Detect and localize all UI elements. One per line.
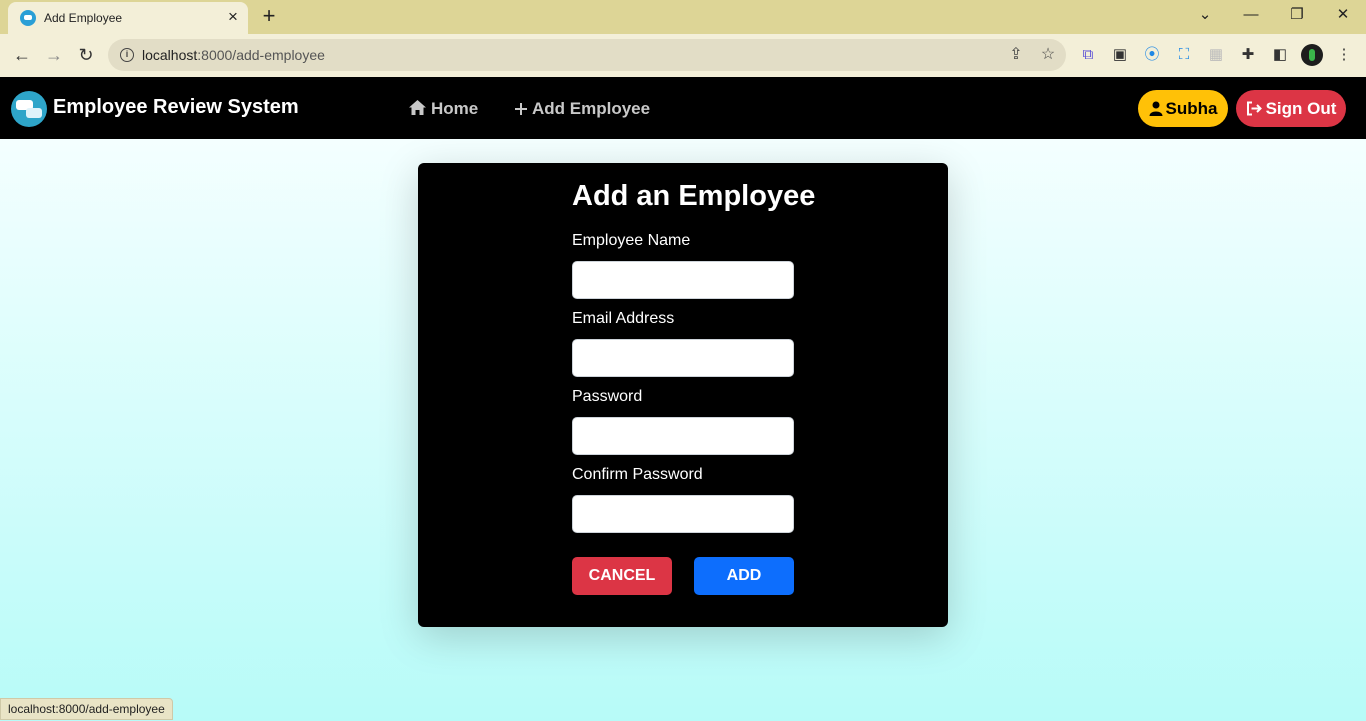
restore-icon[interactable]: ❐ <box>1284 4 1310 26</box>
new-tab-icon[interactable]: + <box>258 5 280 27</box>
extensions-puzzle-icon[interactable]: ✚ <box>1238 45 1258 65</box>
share-icon[interactable]: ⇪ <box>1006 45 1026 65</box>
minimize-icon[interactable]: — <box>1238 4 1264 26</box>
extension-grid-icon[interactable]: ▦ <box>1206 45 1226 65</box>
employee-name-label: Employee Name <box>572 232 691 249</box>
page-content: Add an Employee Employee Name Email Addr… <box>0 139 1366 721</box>
cancel-button[interactable]: CANCEL <box>572 557 672 595</box>
nav-link-home-label: Home <box>431 99 479 118</box>
reload-icon[interactable]: ↻ <box>73 42 99 68</box>
chat-favicon-icon <box>20 10 36 26</box>
email-address-label: Email Address <box>572 310 675 327</box>
url-host: localhost <box>142 47 198 63</box>
back-icon[interactable]: ← <box>9 42 35 68</box>
bookmark-star-icon[interactable]: ☆ <box>1038 45 1058 65</box>
close-window-icon[interactable]: ✕ <box>1330 4 1356 26</box>
sign-out-icon <box>1246 101 1262 116</box>
nav-link-add-employee-label: Add Employee <box>532 99 651 118</box>
nav-link-add-employee[interactable]: Add Employee <box>514 99 650 119</box>
password-label: Password <box>572 388 643 405</box>
nav-link-home[interactable]: Home <box>408 99 478 119</box>
picture-in-picture-icon[interactable]: ▣ <box>1110 45 1130 65</box>
sign-out-button[interactable]: Sign Out <box>1236 90 1346 127</box>
address-bar[interactable]: i localhost:8000/add-employee ⇪ ☆ <box>108 39 1066 71</box>
sign-out-label: Sign Out <box>1265 99 1337 118</box>
site-info-icon[interactable]: i <box>120 48 134 62</box>
browser-tab-strip: Add Employee × + ⌄ — ❐ ✕ <box>0 0 1366 34</box>
password-input[interactable] <box>572 417 794 455</box>
browser-toolbar: ← → ↻ i localhost:8000/add-employee ⇪ ☆ … <box>0 34 1366 77</box>
tab-search-icon[interactable]: ⌄ <box>1192 4 1218 26</box>
add-employee-form: Add an Employee Employee Name Email Addr… <box>418 163 948 627</box>
forward-icon[interactable]: → <box>41 42 67 68</box>
browser-menu-icon[interactable]: ⋮ <box>1334 45 1354 65</box>
home-icon <box>409 100 426 115</box>
user-name: Subha <box>1165 99 1218 118</box>
extension-a-icon[interactable]: ⧉ <box>1078 45 1098 65</box>
screenshot-icon[interactable]: ⛶ <box>1174 45 1194 65</box>
chat-bubble-right <box>26 108 42 118</box>
email-address-input[interactable] <box>572 339 794 377</box>
browser-tab[interactable]: Add Employee × <box>8 2 248 34</box>
url-text[interactable]: localhost:8000/add-employee <box>142 47 325 63</box>
url-path: :8000/add-employee <box>197 47 325 63</box>
add-button[interactable]: ADD <box>694 557 794 595</box>
confirm-password-input[interactable] <box>572 495 794 533</box>
user-icon <box>1149 101 1163 116</box>
side-panel-icon[interactable]: ◧ <box>1270 45 1290 65</box>
confirm-password-label: Confirm Password <box>572 466 703 483</box>
user-profile-button[interactable]: Subha <box>1138 90 1228 127</box>
form-title: Add an Employee <box>572 180 816 212</box>
tab-title: Add Employee <box>44 11 123 25</box>
app-navbar: Employee Review System Home Add Employee… <box>0 77 1366 139</box>
employee-name-input[interactable] <box>572 261 794 299</box>
chat-logo-icon[interactable] <box>11 91 47 127</box>
close-tab-icon[interactable]: × <box>224 8 242 26</box>
plus-icon <box>515 103 527 115</box>
extension-wave-icon[interactable]: ⦿ <box>1142 45 1162 65</box>
profile-avatar[interactable] <box>1301 44 1323 66</box>
link-status-bar: localhost:8000/add-employee <box>0 698 173 720</box>
brand-name[interactable]: Employee Review System <box>53 96 299 119</box>
